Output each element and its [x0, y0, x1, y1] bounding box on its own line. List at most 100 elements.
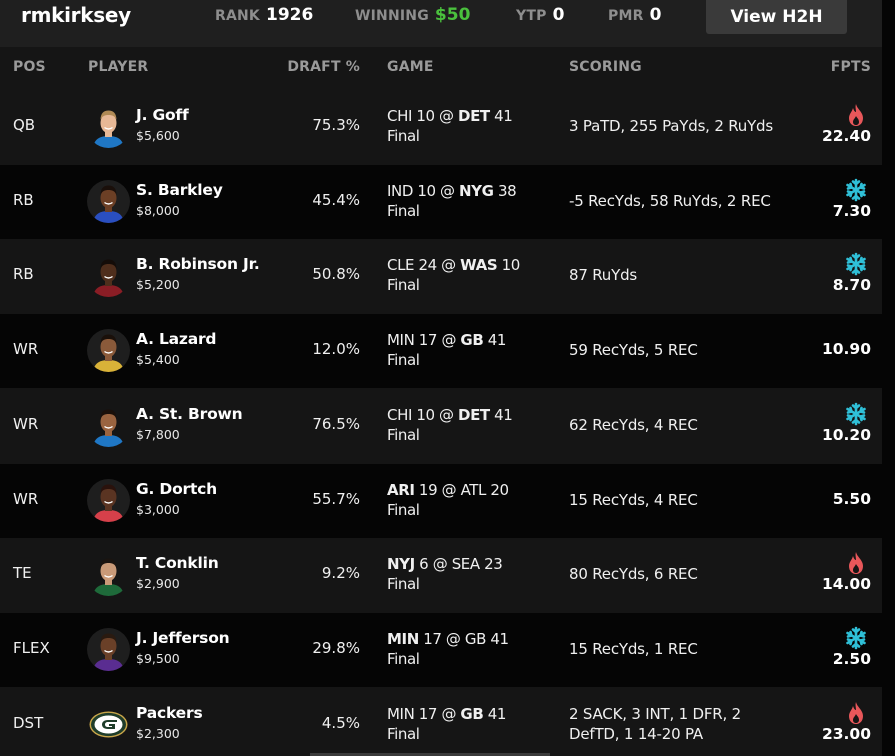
player-name[interactable]: A. St. Brown: [136, 405, 243, 423]
home-team: GB: [464, 630, 487, 648]
away-team: MIN: [387, 705, 415, 723]
player-avatar[interactable]: [87, 553, 130, 596]
column-header-player[interactable]: PLAYER: [88, 59, 148, 75]
away-score: 24: [418, 256, 437, 274]
at-sign: @: [441, 256, 456, 274]
player-salary: $5,600: [136, 128, 180, 143]
game-matchup: MIN 17 @ GB 41: [387, 330, 506, 350]
snowflake-icon: [846, 178, 866, 202]
draft-percent: 4.5%: [321, 714, 360, 732]
fpts-cell: 5.50: [801, 490, 871, 508]
game-info: MIN 17 @ GB 41 Final: [387, 629, 509, 669]
player-avatar[interactable]: [87, 628, 130, 671]
player-salary: $5,400: [136, 352, 180, 367]
table-row[interactable]: RB B. Robinson Jr. $5,200 50.8% CLE 24 @…: [0, 239, 882, 313]
table-row[interactable]: WR A. Lazard $5,400 12.0% MIN 17 @ GB 41…: [0, 314, 882, 388]
away-score: 19: [418, 481, 438, 499]
rank-value: 1926: [265, 5, 314, 25]
player-name[interactable]: Packers: [136, 704, 203, 722]
at-sign: @: [432, 555, 448, 573]
flame-icon: [849, 552, 863, 574]
fpts-cell: 8.70: [801, 252, 871, 294]
player-name[interactable]: T. Conklin: [136, 554, 219, 572]
home-score: 38: [497, 182, 517, 200]
snowflake-icon: [846, 402, 866, 426]
player-name[interactable]: J. Goff: [136, 106, 189, 124]
view-h2h-button[interactable]: View H2H: [706, 0, 847, 34]
away-team: MIN: [387, 331, 415, 349]
player-name[interactable]: J. Jefferson: [136, 629, 230, 647]
draft-percent: 76.5%: [312, 415, 360, 433]
draft-percent: 50.8%: [312, 265, 360, 283]
scrollbar-track[interactable]: [882, 0, 895, 756]
scoring-breakdown: 80 RecYds, 6 REC: [569, 565, 698, 583]
rank-label: RANK: [215, 8, 260, 24]
player-avatar[interactable]: [87, 329, 130, 372]
position: TE: [13, 564, 32, 582]
game-matchup: IND 10 @ NYG 38: [387, 181, 517, 201]
ytp-value: 0: [552, 5, 565, 25]
position: DST: [13, 714, 44, 732]
home-team: NYG: [459, 182, 494, 200]
player-name[interactable]: G. Dortch: [136, 480, 217, 498]
fantasy-points: 23.00: [821, 725, 871, 743]
table-row[interactable]: DST Packers $2,300 4.5% MIN 17 @ GB 41 F…: [0, 688, 882, 756]
game-info: MIN 17 @ GB 41 Final: [387, 330, 506, 370]
game-info: CHI 10 @ DET 41 Final: [387, 106, 513, 146]
away-team: IND: [387, 182, 413, 200]
table-row[interactable]: FLEX J. Jefferson $9,500 29.8% MIN 17 @ …: [0, 613, 882, 687]
scoring-breakdown: 62 RecYds, 4 REC: [569, 416, 698, 434]
column-header-scoring[interactable]: SCORING: [569, 59, 642, 75]
column-header-game[interactable]: GAME: [387, 59, 434, 75]
column-header-fpts[interactable]: FPTS: [831, 59, 871, 75]
game-status: Final: [387, 575, 420, 593]
winning-value: $50: [434, 5, 471, 25]
player-salary: $5,200: [136, 277, 180, 292]
away-score: 10: [417, 182, 436, 200]
game-status: Final: [387, 725, 420, 743]
table-row[interactable]: RB S. Barkley $8,000 45.4% IND 10 @ NYG …: [0, 165, 882, 239]
away-team: CHI: [387, 107, 412, 125]
player-headshot-icon: [93, 633, 124, 671]
away-team: CHI: [387, 406, 412, 424]
player-name[interactable]: B. Robinson Jr.: [136, 255, 260, 273]
away-score: 17: [418, 331, 438, 349]
player-name[interactable]: A. Lazard: [136, 330, 217, 348]
home-score: 41: [494, 406, 513, 424]
player-avatar[interactable]: [87, 404, 130, 447]
player-name[interactable]: S. Barkley: [136, 181, 223, 199]
position: RB: [13, 265, 34, 283]
away-team: CLE: [387, 256, 415, 274]
player-avatar[interactable]: [87, 105, 130, 148]
column-header-pos[interactable]: POS: [13, 59, 46, 75]
table-row[interactable]: WR A. St. Brown $7,800 76.5% CHI 10 @ DE…: [0, 389, 882, 463]
fpts-cell: 14.00: [801, 551, 871, 593]
at-sign: @: [441, 331, 457, 349]
draft-percent: 55.7%: [312, 490, 360, 508]
game-matchup: CLE 24 @ WAS 10: [387, 255, 520, 275]
player-avatar[interactable]: [87, 479, 130, 522]
player-avatar[interactable]: [87, 254, 130, 297]
position: WR: [13, 415, 39, 433]
flame-icon: [849, 702, 863, 724]
home-team: SEA: [451, 555, 480, 573]
table-row[interactable]: TE T. Conklin $2,900 9.2% NYJ 6 @ SEA 23…: [0, 538, 882, 612]
home-team: ATL: [460, 481, 487, 499]
fpts-cell: 22.40: [801, 103, 871, 145]
fantasy-points: 22.40: [821, 127, 871, 145]
draft-percent: 75.3%: [312, 116, 360, 134]
position: RB: [13, 191, 34, 209]
player-headshot-icon: [93, 409, 124, 447]
away-score: 10: [416, 406, 435, 424]
table-row[interactable]: WR G. Dortch $3,000 55.7% ARI 19 @ ATL 2…: [0, 464, 882, 538]
home-team: GB: [460, 705, 484, 723]
table-row[interactable]: QB J. Goff $5,600 75.3% CHI 10 @ DET 41 …: [0, 90, 882, 164]
team-logo[interactable]: [87, 703, 130, 746]
home-team: GB: [460, 331, 484, 349]
at-sign: @: [440, 182, 455, 200]
player-avatar[interactable]: [87, 180, 130, 223]
game-matchup: MIN 17 @ GB 41: [387, 629, 509, 649]
snowflake-icon: [846, 252, 866, 276]
game-status: Final: [387, 127, 420, 145]
column-header-draft[interactable]: DRAFT %: [287, 59, 360, 75]
